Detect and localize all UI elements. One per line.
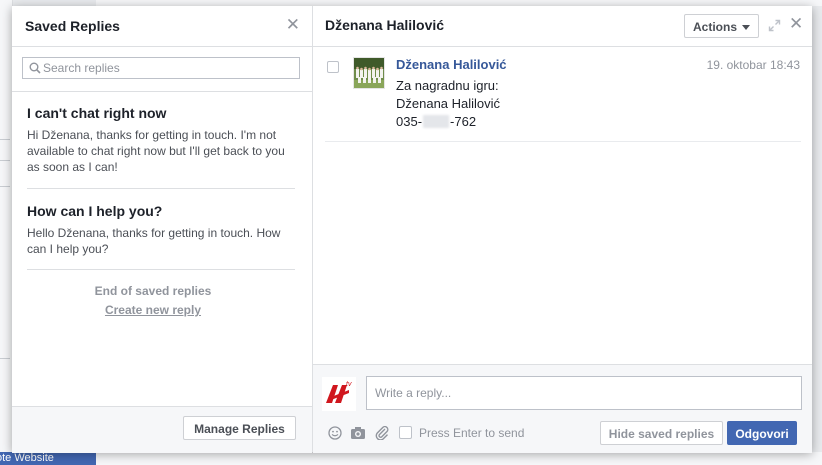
end-of-saved-replies-text: End of saved replies [94, 284, 212, 298]
svg-text:tv: tv [346, 381, 352, 388]
message-text: Za nagradnu igru: Dženana Halilović 035-… [396, 77, 500, 131]
reply-input[interactable] [366, 376, 802, 410]
conversation-header: Dženana Halilović Actions ✕ [313, 6, 812, 47]
background-list-row [96, 452, 822, 465]
message-item: Dženana Halilović 19. oktobar 18:43 Za n… [313, 47, 812, 142]
saved-reply-item[interactable]: How can I help you? Hello Dženana, thank… [12, 189, 312, 270]
search-icon [29, 62, 41, 74]
message-dialog: Saved Replies ✕ I can't chat right now H… [12, 6, 812, 453]
message-line: Dženana Halilović [396, 96, 501, 111]
manage-replies-button[interactable]: Manage Replies [183, 416, 296, 440]
saved-reply-body: Hello Dženana, thanks for getting in tou… [27, 226, 281, 256]
page-logo-icon: tv [322, 377, 356, 411]
divider [27, 269, 295, 270]
caret-down-icon [742, 25, 750, 31]
create-new-reply-link[interactable]: Create new reply [12, 303, 294, 317]
background-divider [0, 186, 10, 187]
message-timestamp: 19. oktobar 18:43 [706, 58, 800, 72]
background-divider [0, 139, 10, 140]
conversation-title: Dženana Halilović [325, 17, 445, 33]
divider [325, 141, 801, 142]
saved-replies-footer: Manage Replies [12, 406, 312, 453]
hide-saved-replies-button[interactable]: Hide saved replies [600, 421, 723, 445]
background-promote-website-label: ote Website [0, 452, 54, 464]
phone-prefix: 035- [396, 114, 423, 129]
send-reply-button[interactable]: Odgovori [727, 421, 797, 445]
saved-replies-header: Saved Replies ✕ [12, 6, 312, 47]
background-promote-website-bar[interactable]: ote Website [0, 452, 96, 465]
message-line: Za nagradnu igru: [396, 78, 499, 93]
conversation-panel: Dženana Halilović Actions ✕ Dženana Hali… [313, 6, 812, 453]
close-icon[interactable]: ✕ [286, 16, 300, 33]
search-replies-input[interactable] [43, 60, 293, 76]
expand-icon[interactable] [768, 19, 781, 32]
emoji-icon[interactable] [327, 426, 343, 440]
saved-reply-body: Hi Dženana, thanks for getting in touch.… [27, 128, 285, 174]
saved-reply-item[interactable]: I can't chat right now Hi Dženana, thank… [12, 92, 312, 189]
camera-icon[interactable] [350, 426, 366, 440]
message-phone: 035- -762 [396, 113, 500, 131]
sender-avatar[interactable] [353, 57, 385, 89]
saved-replies-panel: Saved Replies ✕ I can't chat right now H… [12, 6, 313, 453]
press-enter-label: Press Enter to send [419, 426, 525, 440]
attach-icon[interactable] [374, 426, 390, 440]
actions-button-label: Actions [692, 20, 737, 34]
team-photo-icon [354, 58, 384, 88]
reply-composer: tv Press Enter to send Hide saved replie… [313, 364, 812, 453]
close-icon[interactable]: ✕ [789, 15, 803, 32]
phone-suffix: -762 [450, 114, 477, 129]
press-enter-checkbox[interactable] [399, 426, 412, 439]
search-replies-box[interactable] [22, 57, 300, 79]
saved-replies-title: Saved Replies [25, 18, 120, 34]
actions-button[interactable]: Actions [684, 14, 759, 38]
background-divider [0, 358, 10, 359]
redacted-blur [423, 115, 450, 128]
saved-reply-title: How can I help you? [27, 203, 163, 219]
message-checkbox[interactable] [327, 61, 339, 73]
message-sender-link[interactable]: Dženana Halilović [396, 57, 507, 72]
background-divider [0, 160, 10, 161]
saved-reply-title: I can't chat right now [27, 105, 167, 121]
